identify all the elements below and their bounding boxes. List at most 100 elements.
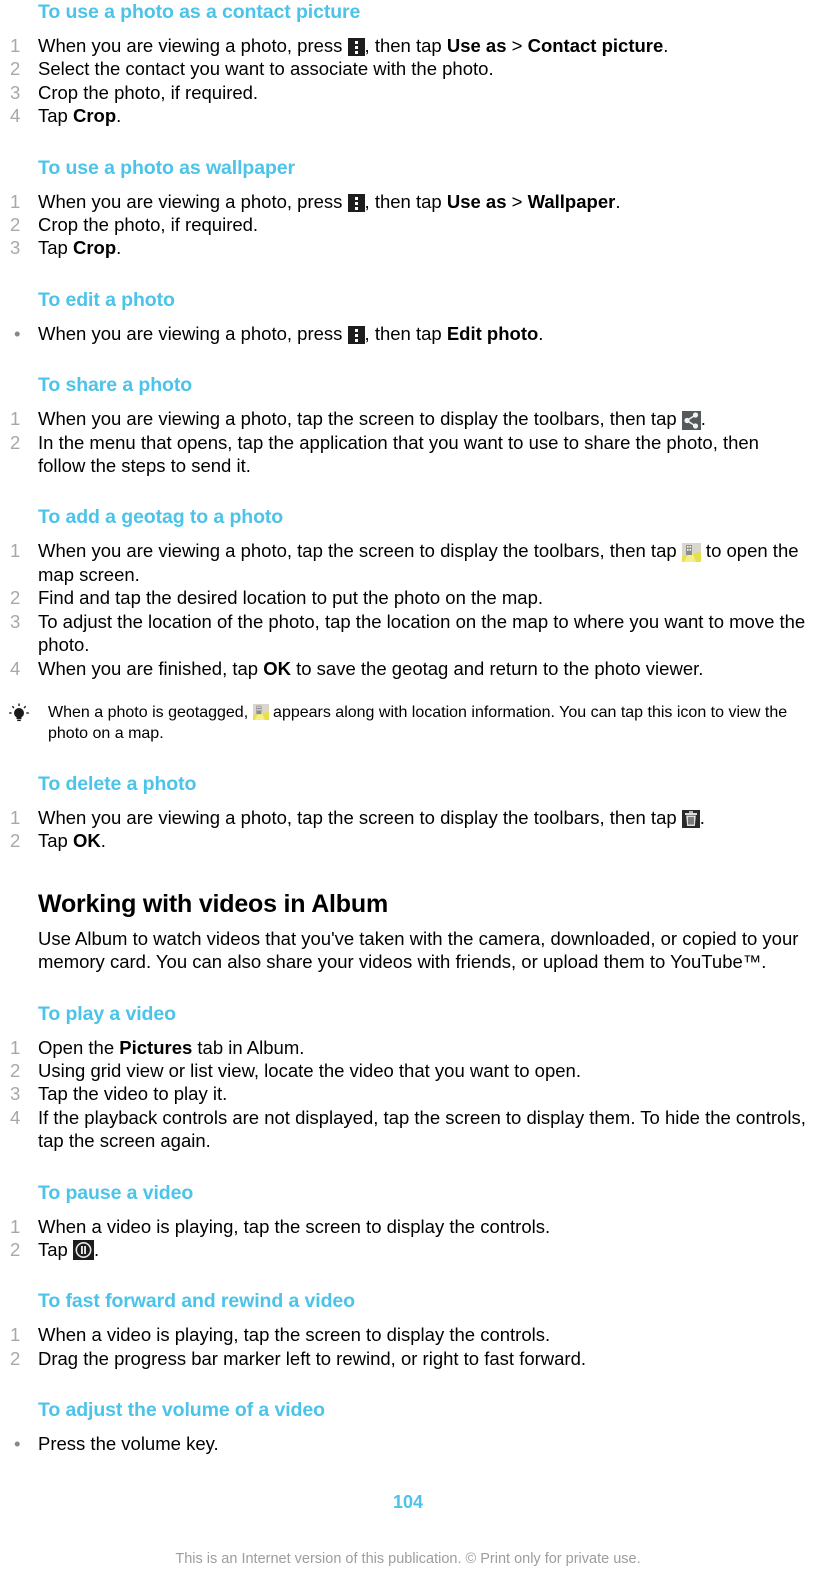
step-number: 4 (10, 657, 21, 679)
step-text-post: . (116, 237, 122, 259)
step-text: Press the volume key. (38, 1433, 219, 1455)
step-text: Tap (38, 1238, 73, 1260)
section-heading-contact-picture: To use a photo as a contact picture (38, 1, 361, 23)
step-text: If the playback controls are not display… (38, 1106, 806, 1152)
step-number: 2 (10, 1347, 21, 1369)
steps-volume: • Press the volume key. (0, 1432, 816, 1455)
list-item: 1 When you are viewing a photo, press , t… (0, 34, 816, 57)
step-number: 1 (10, 1324, 21, 1346)
section-heading-wallpaper: To use a photo as wallpaper (38, 156, 295, 179)
step-text: Select the contact you want to associate… (38, 58, 494, 80)
step-number: 4 (10, 1106, 21, 1128)
overflow-menu-icon (347, 38, 365, 56)
step-text-post: . (100, 830, 106, 852)
step-number: 2 (10, 214, 21, 236)
step-text-post: . (700, 408, 706, 430)
list-item: 1 When you are viewing a photo, tap the s… (0, 407, 816, 431)
geotag-map-icon (252, 703, 269, 720)
section-heading-pause-video: To pause a video (38, 1181, 194, 1204)
step-number: 2 (10, 830, 21, 852)
step-text: When a video is playing, tap the screen … (38, 1215, 551, 1237)
step-text: Find and tap the desired location to put… (38, 587, 543, 609)
tip-note-geotag: When a photo is geotagged, appears along… (0, 702, 816, 744)
step-text-post: . (538, 322, 544, 344)
step-number: 3 (10, 237, 21, 259)
step-text-mid: , then tap (364, 190, 447, 212)
step-text-mid: , then tap (364, 35, 447, 56)
list-item: 2 Tap OK. (0, 829, 816, 852)
step-text-post: . (93, 1238, 100, 1260)
step-number: 2 (10, 1059, 21, 1081)
step-text: Tap (38, 830, 73, 852)
section-heading-delete-photo: To delete a photo (38, 772, 197, 795)
list-item: • Press the volume key. (0, 1432, 816, 1455)
steps-geotag: 1 When you are viewing a photo, tap the s… (0, 539, 816, 679)
lightbulb-icon (6, 703, 32, 725)
step-number: 3 (10, 81, 21, 103)
step-text: Tap (38, 105, 73, 127)
tip-text: When a photo is geotagged, (48, 703, 253, 721)
steps-edit-photo: • When you are viewing a photo, press , t… (0, 322, 816, 345)
list-item: 1 When you are viewing a photo, tap the s… (0, 539, 816, 586)
step-number: 2 (10, 587, 21, 609)
list-item: 1 When you are viewing a photo, tap the s… (0, 806, 816, 829)
step-separator: > (506, 190, 528, 212)
step-text-post: . (699, 806, 705, 828)
list-item: 3 Tap the video to play it. (0, 1082, 816, 1105)
geotag-map-icon (681, 543, 701, 563)
step-bold-1: Use as (446, 190, 507, 212)
section-heading-play-video: To play a video (38, 1002, 176, 1025)
section-heading-fast-forward: To fast forward and rewind a video (38, 1290, 355, 1313)
pause-icon (72, 1239, 94, 1260)
step-text: Crop the photo, if required. (38, 81, 259, 103)
steps-delete-photo: 1 When you are viewing a photo, tap the s… (0, 806, 816, 853)
step-number: 1 (10, 540, 21, 562)
list-item: 1 When you are viewing a photo, press , t… (0, 190, 816, 213)
section-heading-working-with-videos: Working with videos in Album (38, 889, 388, 918)
list-item: 3 To adjust the location of the photo, ta… (0, 610, 816, 657)
step-text: Crop the photo, if required. (38, 214, 259, 236)
step-number: 3 (10, 1083, 21, 1105)
step-bold-1: Crop (72, 105, 117, 127)
overflow-menu-icon (347, 193, 365, 212)
step-number: 2 (10, 58, 21, 80)
list-item: 4 If the playback controls are not displa… (0, 1106, 816, 1153)
step-bold-2: Wallpaper (527, 190, 616, 212)
page-number: 104 (392, 1492, 424, 1512)
steps-wallpaper: 1 When you are viewing a photo, press , t… (0, 190, 816, 260)
step-number: 2 (10, 1238, 21, 1260)
list-item: 1 Open the Pictures tab in Album. (0, 1036, 816, 1059)
step-text: When you are viewing a photo, press (38, 322, 348, 344)
bullet-marker: • (14, 1433, 21, 1455)
list-item: 4 Tap Crop. (0, 104, 816, 127)
step-text-post: tab in Album. (192, 1036, 305, 1058)
step-bold-1: Edit photo (446, 322, 539, 344)
step-text: Drag the progress bar marker left to rew… (38, 1347, 587, 1369)
step-text: Using grid view or list view, locate the… (38, 1059, 581, 1081)
step-number: 1 (10, 190, 21, 212)
step-number: 1 (10, 1036, 21, 1058)
step-text: To adjust the location of the photo, tap… (38, 610, 806, 656)
step-text-mid: , then tap (364, 322, 447, 344)
list-item: 3 Crop the photo, if required. (0, 81, 816, 104)
list-item: 1 When a video is playing, tap the screen… (0, 1323, 816, 1346)
bullet-marker: • (14, 322, 21, 344)
step-bold-1: OK (72, 830, 101, 852)
manual-page: To use a photo as a contact picture 1 Whe… (0, 0, 816, 1590)
list-item: 1 When a video is playing, tap the screen… (0, 1215, 816, 1238)
step-bold-1: Pictures (119, 1036, 193, 1058)
list-item: 2 In the menu that opens, tap the applica… (0, 431, 816, 478)
step-text: When you are viewing a photo, press (38, 190, 348, 212)
videos-intro-paragraph: Use Album to watch videos that you've ta… (38, 927, 799, 973)
list-item: 2 Using grid view or list view, locate th… (0, 1059, 816, 1082)
footer-copyright: This is an Internet version of this publ… (175, 1551, 641, 1567)
step-text: When you are viewing a photo, press (38, 35, 348, 56)
list-item: 3 Tap Crop. (0, 236, 816, 259)
section-heading-geotag: To add a geotag to a photo (38, 506, 284, 529)
step-number: 4 (10, 105, 21, 127)
step-bold-1: OK (263, 657, 291, 679)
steps-fast-forward: 1 When a video is playing, tap the screen… (0, 1323, 816, 1370)
step-text: When you are viewing a photo, tap the sc… (38, 806, 682, 828)
step-number: 3 (10, 610, 21, 632)
step-bold-2: Contact picture (527, 35, 664, 56)
